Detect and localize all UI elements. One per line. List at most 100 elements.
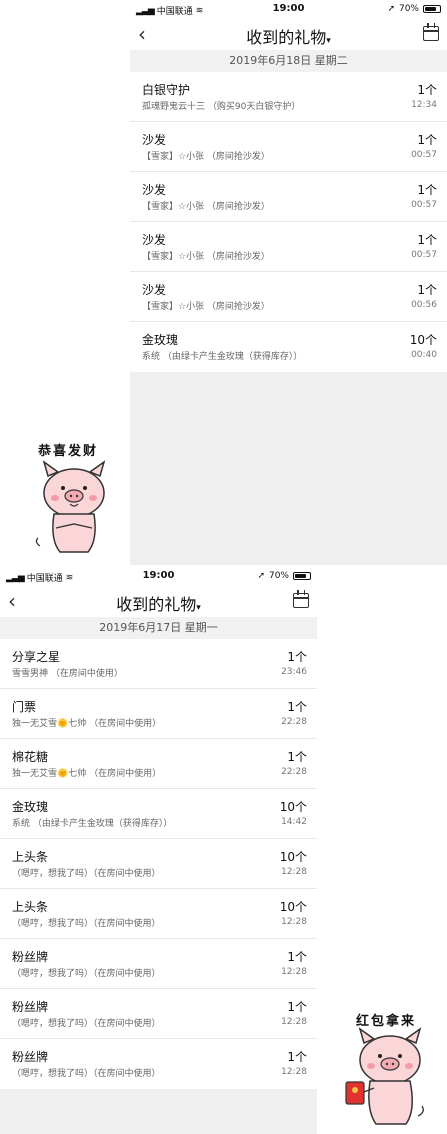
status-bar: ▂▃▅ 中国联通 ≋ 19:00 ➚ 70%	[130, 0, 447, 18]
gift-name: 门票	[12, 700, 37, 714]
page-title[interactable]: 收到的礼物▾	[0, 591, 317, 615]
gift-row[interactable]: 沙发 【雪家】☆小张 （房间抢沙发） 1个 00:57	[130, 222, 447, 272]
gift-time: 12:28	[281, 867, 307, 877]
gift-name: 粉丝牌	[12, 1000, 49, 1014]
gift-name: 分享之星	[12, 650, 61, 664]
gift-time: 00:40	[411, 350, 437, 360]
gift-name: 沙发	[142, 233, 167, 247]
gift-time: 22:28	[281, 717, 307, 727]
top-screenshot: ▂▃▅ 中国联通 ≋ 19:00 ➚ 70% ‹ 收到的礼物▾ 2019年6月1…	[130, 0, 447, 565]
gift-count: 10个	[279, 900, 307, 914]
gift-count: 10个	[409, 333, 437, 347]
gift-count: 1个	[287, 700, 307, 714]
gift-name: 沙发	[142, 183, 167, 197]
calendar-icon[interactable]	[423, 23, 439, 41]
gift-count: 1个	[417, 283, 437, 297]
gift-time: 12:28	[281, 917, 307, 927]
gift-time: 12:28	[281, 1067, 307, 1077]
gift-count: 10个	[279, 850, 307, 864]
location-icon: ➚	[257, 571, 265, 581]
gift-desc: 【雪家】☆小张 （房间抢沙发）	[142, 202, 270, 212]
gift-desc: 系统 （由绿卡产生金玫瑰（获得库存））	[142, 352, 303, 362]
gift-desc: 独一无艾雪🌞七帅 （在房间中使用）	[12, 769, 162, 779]
status-bar: ▂▃▅ 中国联通 ≋ 19:00 ➚ 70%	[0, 567, 317, 585]
gift-row[interactable]: 粉丝牌 （嗯哼，想我了吗）（在房间中使用） 1个 12:28	[0, 939, 317, 989]
gift-count: 1个	[287, 1000, 307, 1014]
gift-count: 1个	[417, 233, 437, 247]
gift-name: 上头条	[12, 900, 49, 914]
gift-row[interactable]: 沙发 【雪家】☆小张 （房间抢沙发） 1个 00:57	[130, 172, 447, 222]
gift-time: 00:57	[411, 200, 437, 210]
date-header: 2019年6月17日 星期一	[0, 617, 317, 639]
sticker-caption: 恭喜发财	[38, 444, 99, 459]
pig-sticker	[35, 460, 106, 553]
gift-time: 14:42	[281, 817, 307, 827]
gift-row[interactable]: 上头条 （嗯哼，想我了吗）（在房间中使用） 10个 12:28	[0, 839, 317, 889]
gift-count: 10个	[279, 800, 307, 814]
gift-desc: 【雪家】☆小张 （房间抢沙发）	[142, 302, 270, 312]
gift-name: 上头条	[12, 850, 49, 864]
gift-row[interactable]: 门票 独一无艾雪🌞七帅 （在房间中使用） 1个 22:28	[0, 689, 317, 739]
gift-count: 1个	[417, 83, 437, 97]
gift-desc: 孤魂野鬼云十三 （购买90天白银守护）	[142, 102, 301, 112]
gift-time: 22:28	[281, 767, 307, 777]
pig-with-red-envelope-sticker	[345, 1027, 424, 1125]
gift-desc: 独一无艾雪🌞七帅 （在房间中使用）	[12, 719, 162, 729]
gift-name: 金玫瑰	[12, 800, 49, 814]
gift-count: 1个	[287, 1050, 307, 1064]
gift-desc: 【雪家】☆小张 （房间抢沙发）	[142, 252, 270, 262]
page-title[interactable]: 收到的礼物▾	[130, 24, 447, 48]
gift-row[interactable]: 粉丝牌 （嗯哼，想我了吗）（在房间中使用） 1个 12:28	[0, 989, 317, 1039]
battery-percent: 70%	[268, 571, 289, 581]
date-header: 2019年6月18日 星期二	[130, 50, 447, 72]
gift-time: 00:56	[411, 300, 437, 310]
nav-bar: ‹ 收到的礼物▾	[130, 18, 447, 50]
gift-name: 粉丝牌	[12, 1050, 49, 1064]
gift-desc: （嗯哼，想我了吗）（在房间中使用）	[12, 919, 161, 929]
gift-name: 棉花糖	[12, 750, 49, 764]
gift-desc: （嗯哼，想我了吗）（在房间中使用）	[12, 869, 161, 879]
dropdown-caret-icon: ▾	[196, 603, 201, 613]
battery-icon	[293, 572, 311, 580]
gift-name: 金玫瑰	[142, 333, 179, 347]
gift-row[interactable]: 上头条 （嗯哼，想我了吗）（在房间中使用） 10个 12:28	[0, 889, 317, 939]
gift-row[interactable]: 沙发 【雪家】☆小张 （房间抢沙发） 1个 00:57	[130, 122, 447, 172]
gift-desc: （嗯哼，想我了吗）（在房间中使用）	[12, 969, 161, 979]
gift-time: 12:34	[411, 100, 437, 110]
battery-percent: 70%	[398, 4, 419, 14]
gift-time: 12:28	[281, 1017, 307, 1027]
gift-row[interactable]: 金玫瑰 系统 （由绿卡产生金玫瑰（获得库存）） 10个 14:42	[0, 789, 317, 839]
nav-bar: ‹ 收到的礼物▾	[0, 585, 317, 617]
gift-time: 00:57	[411, 150, 437, 160]
gift-name: 沙发	[142, 283, 167, 297]
gift-desc: （嗯哼，想我了吗）（在房间中使用）	[12, 1069, 161, 1079]
gift-time: 00:57	[411, 250, 437, 260]
gift-time: 12:28	[281, 967, 307, 977]
gift-row[interactable]: 白银守护 孤魂野鬼云十三 （购买90天白银守护） 1个 12:34	[130, 72, 447, 122]
gift-desc: 系统 （由绿卡产生金玫瑰（获得库存））	[12, 819, 173, 829]
battery-icon	[423, 5, 441, 13]
empty-area	[0, 1089, 317, 1134]
gift-row[interactable]: 粉丝牌 （嗯哼，想我了吗）（在房间中使用） 1个 12:28	[0, 1039, 317, 1089]
gift-desc: 雪雪男神 （在房间中使用）	[12, 669, 123, 679]
gift-row[interactable]: 分享之星 雪雪男神 （在房间中使用） 1个 23:46	[0, 639, 317, 689]
gift-count: 1个	[417, 183, 437, 197]
gift-count: 1个	[417, 133, 437, 147]
gift-time: 23:46	[281, 667, 307, 677]
gift-row[interactable]: 金玫瑰 系统 （由绿卡产生金玫瑰（获得库存）） 10个 00:40	[130, 322, 447, 372]
gift-row[interactable]: 棉花糖 独一无艾雪🌞七帅 （在房间中使用） 1个 22:28	[0, 739, 317, 789]
location-icon: ➚	[387, 4, 395, 14]
calendar-icon[interactable]	[293, 590, 309, 608]
gift-desc: （嗯哼，想我了吗）（在房间中使用）	[12, 1019, 161, 1029]
gift-row[interactable]: 沙发 【雪家】☆小张 （房间抢沙发） 1个 00:56	[130, 272, 447, 322]
dropdown-caret-icon: ▾	[326, 36, 331, 46]
empty-area	[130, 372, 447, 565]
gift-desc: 【雪家】☆小张 （房间抢沙发）	[142, 152, 270, 162]
bottom-screenshot: ▂▃▅ 中国联通 ≋ 19:00 ➚ 70% ‹ 收到的礼物▾ 2019年6月1…	[0, 567, 317, 1134]
gift-name: 沙发	[142, 133, 167, 147]
gift-count: 1个	[287, 950, 307, 964]
gift-count: 1个	[287, 750, 307, 764]
gift-count: 1个	[287, 650, 307, 664]
gift-name: 白银守护	[142, 83, 191, 97]
gift-name: 粉丝牌	[12, 950, 49, 964]
